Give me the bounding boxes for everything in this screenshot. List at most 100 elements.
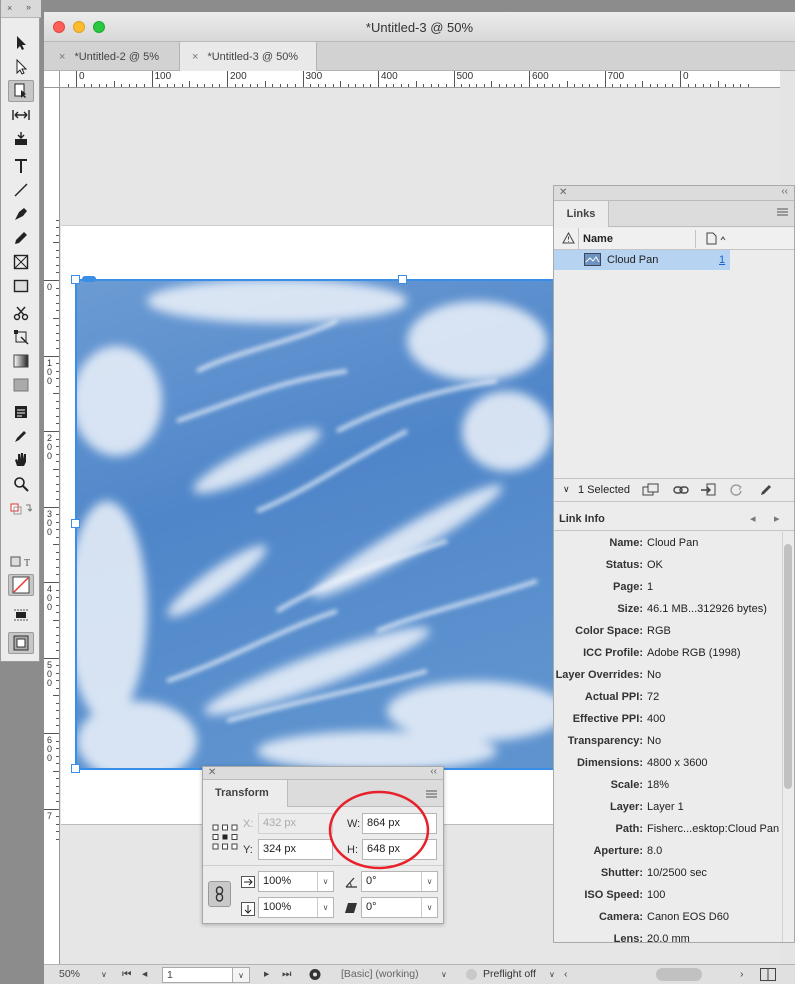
split-window-icon[interactable]	[760, 968, 776, 981]
constrain-proportions-link-icon[interactable]	[208, 881, 231, 907]
pencil-tool-icon[interactable]	[8, 227, 34, 249]
selection-tool-icon[interactable]	[8, 32, 34, 54]
link-info-value: 1	[647, 581, 654, 593]
relink-icon[interactable]	[673, 484, 689, 496]
update-link-icon[interactable]	[729, 483, 743, 497]
zoom-level[interactable]: 50%	[59, 968, 80, 980]
chevron-down-icon[interactable]: ∨	[563, 484, 570, 495]
go-to-link-icon[interactable]	[700, 483, 716, 497]
screen-mode-icon[interactable]	[8, 632, 34, 654]
eyedropper-tool-icon[interactable]	[8, 425, 34, 447]
collapse-panel-icon[interactable]: ‹‹	[430, 766, 437, 777]
resize-handle[interactable]	[71, 275, 80, 284]
ruler-label: 3 0 0	[47, 508, 53, 537]
tab-untitled-2[interactable]: × *Untitled-2 @ 5%	[44, 42, 179, 71]
previous-link-icon[interactable]: ◂	[750, 512, 756, 525]
first-page-icon[interactable]: ⏮	[122, 968, 131, 981]
resize-handle[interactable]	[71, 519, 80, 528]
collapse-icon[interactable]: »	[26, 2, 31, 12]
horizontal-scroll-thumb[interactable]	[656, 968, 702, 981]
rectangle-frame-tool-icon[interactable]	[8, 251, 34, 273]
link-info-value: 100	[647, 889, 666, 901]
close-panel-icon[interactable]: ✕	[208, 767, 216, 778]
link-info-value: 18%	[647, 779, 670, 791]
relink-cc-icon[interactable]	[642, 483, 660, 497]
ruler-origin[interactable]	[44, 71, 60, 88]
y-field[interactable]: 324 px	[258, 839, 333, 860]
gap-tool-icon[interactable]	[8, 104, 34, 126]
link-row-cloud-pan[interactable]: Cloud Pan 1	[554, 250, 730, 270]
page-tool-icon[interactable]	[8, 80, 34, 102]
hand-tool-icon[interactable]	[8, 449, 34, 471]
reference-point-icon[interactable]	[212, 824, 238, 850]
pen-tool-icon[interactable]	[8, 203, 34, 225]
cloud-image-frame[interactable]	[75, 279, 555, 770]
resize-handle[interactable]	[71, 764, 80, 773]
formatting-affects-container-icon[interactable]: T	[8, 551, 34, 573]
swap-fill-stroke-icon[interactable]	[8, 498, 34, 520]
tab-links[interactable]: Links	[554, 201, 609, 227]
status-warning-icon[interactable]	[562, 232, 575, 244]
close-tab-icon[interactable]: ×	[192, 51, 198, 63]
page-column-icon[interactable]	[706, 232, 728, 245]
chevron-down-icon[interactable]: ∨	[549, 970, 555, 979]
fill-stroke-none-icon[interactable]	[8, 574, 34, 596]
line-tool-icon[interactable]	[8, 179, 34, 201]
last-page-icon[interactable]: ⏭	[282, 968, 291, 981]
scrollbar-thumb[interactable]	[784, 544, 792, 789]
resize-handle[interactable]	[398, 275, 407, 284]
vertical-ruler[interactable]: 0 1 0 0 2 0 0 3 0 0 4 0 0 5 0 0 6 0 0 7	[44, 88, 60, 964]
preflight-profile[interactable]: [Basic] (working)	[341, 968, 419, 980]
ruler-label: 5 0 0	[47, 659, 53, 688]
content-grabber[interactable]	[82, 276, 96, 282]
links-column-header: Name	[554, 228, 794, 250]
edit-original-icon[interactable]	[759, 483, 773, 497]
chevron-down-icon[interactable]: ∨	[317, 872, 333, 891]
direct-selection-tool-icon[interactable]	[8, 56, 34, 78]
chevron-down-icon[interactable]: ∨	[421, 872, 437, 891]
note-tool-icon[interactable]	[8, 401, 34, 423]
links-status-bar: ∨ 1 Selected	[554, 478, 794, 502]
ruler-label: 700	[607, 71, 625, 82]
close-panel-icon[interactable]: ✕	[559, 187, 567, 198]
title-bar: *Untitled-3 @ 50%	[44, 12, 795, 42]
next-link-icon[interactable]: ▸	[774, 512, 780, 525]
panel-menu-icon[interactable]	[777, 207, 788, 217]
tools-panel: × » T	[0, 0, 41, 662]
link-page-number[interactable]: 1	[719, 254, 725, 266]
scissors-tool-icon[interactable]	[8, 302, 34, 324]
scroll-left-icon[interactable]: ‹	[564, 968, 568, 980]
x-field[interactable]: 432 px	[258, 813, 333, 834]
chevron-down-icon[interactable]: ∨	[101, 970, 107, 979]
free-transform-tool-icon[interactable]	[8, 326, 34, 348]
preflight-status[interactable]: Preflight off	[483, 968, 536, 980]
next-page-icon[interactable]: ▸	[264, 968, 269, 980]
gradient-swatch-tool-icon[interactable]	[8, 350, 34, 372]
link-info-value: RGB	[647, 625, 671, 637]
link-info-scrollbar[interactable]	[782, 532, 793, 942]
chevron-down-icon[interactable]: ∨	[232, 967, 250, 983]
chevron-down-icon[interactable]: ∨	[317, 898, 333, 917]
shear-field[interactable]: 0° ∨	[361, 897, 438, 918]
horizontal-ruler[interactable]: 0 100 200 300 400 500 600 700 0	[60, 71, 780, 88]
type-tool-icon[interactable]	[8, 155, 34, 177]
scroll-right-icon[interactable]: ›	[740, 968, 744, 980]
gradient-feather-tool-icon[interactable]	[8, 374, 34, 396]
zoom-tool-icon[interactable]	[8, 473, 34, 495]
column-name[interactable]: Name	[583, 233, 613, 245]
view-mode-icon[interactable]	[8, 604, 34, 626]
previous-page-icon[interactable]: ◂	[142, 968, 147, 980]
collapse-panel-icon[interactable]: ‹‹	[781, 186, 788, 197]
open-document-icon[interactable]	[308, 968, 322, 981]
tab-untitled-3[interactable]: × *Untitled-3 @ 50%	[179, 42, 317, 71]
rotation-field[interactable]: 0° ∨	[361, 871, 438, 892]
tab-transform[interactable]: Transform	[203, 780, 288, 807]
content-collector-icon[interactable]	[8, 128, 34, 150]
chevron-down-icon[interactable]: ∨	[421, 898, 437, 917]
chevron-down-icon[interactable]: ∨	[441, 970, 447, 979]
close-tab-icon[interactable]: ×	[59, 51, 65, 63]
scale-y-field[interactable]: 100% ∨	[258, 897, 334, 918]
scale-x-field[interactable]: 100% ∨	[258, 871, 334, 892]
rectangle-tool-icon[interactable]	[8, 275, 34, 297]
close-icon[interactable]: ×	[7, 3, 12, 13]
